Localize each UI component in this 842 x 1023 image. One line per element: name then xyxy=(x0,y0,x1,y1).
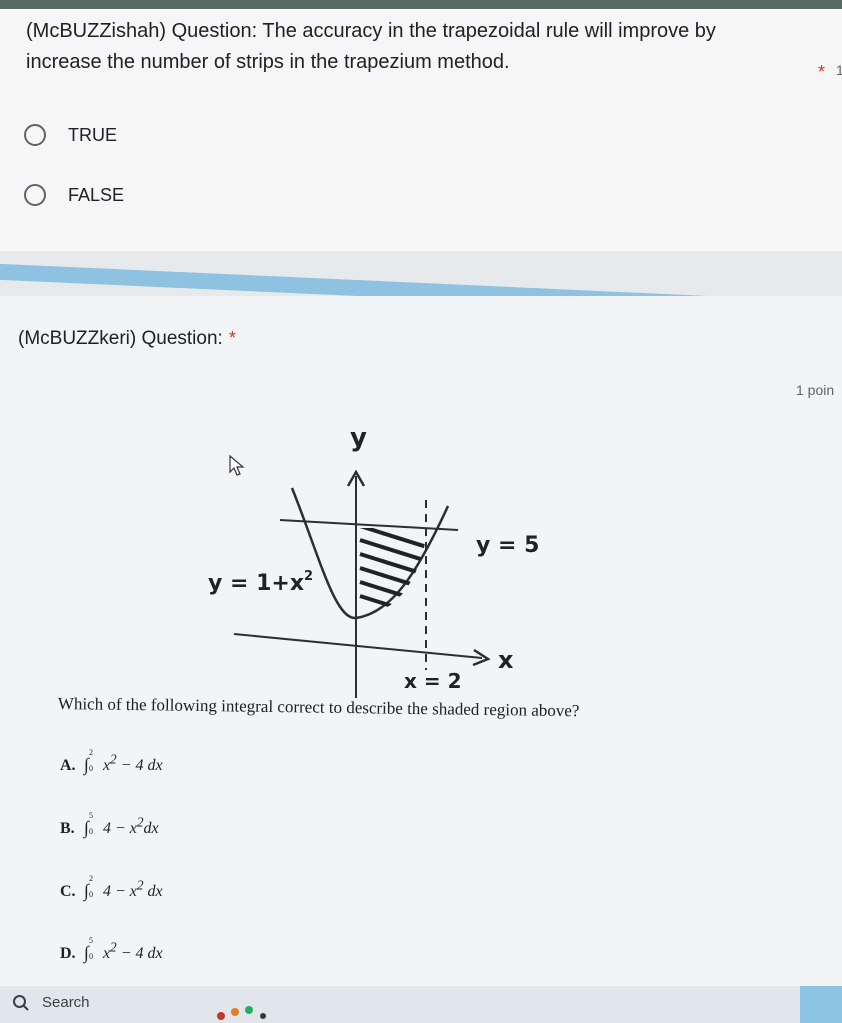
y-axis-label: y xyxy=(350,423,367,453)
integrand: x2 − 4 dx xyxy=(102,752,163,775)
x-axis-label: x xyxy=(498,646,514,674)
choice-letter: B. xyxy=(60,820,75,838)
required-asterisk: * xyxy=(818,62,826,82)
integral-limits: 20 xyxy=(89,874,99,899)
integral-limits: 20 xyxy=(89,748,99,773)
taskbar-search[interactable]: Search xyxy=(12,990,202,1018)
option-label: TRUE xyxy=(68,125,117,145)
upper-limit: 5 xyxy=(88,811,93,820)
upper-limit: 2 xyxy=(88,748,93,757)
top-window-bar xyxy=(0,0,842,9)
mouse-cursor-icon xyxy=(229,455,245,476)
integral-limits: 50 xyxy=(89,811,99,836)
question-2-title: (McBUZZkeri) Question: * xyxy=(18,328,236,350)
exponent: 2 xyxy=(110,752,117,767)
lower-limit: 0 xyxy=(88,952,93,961)
shaded-region xyxy=(359,528,428,618)
option-label: FALSE xyxy=(68,185,125,205)
choice-a[interactable]: A. ∫ 2 0 x2 − 4 dx xyxy=(60,748,163,775)
integrand-part: 4 − x xyxy=(102,883,137,901)
question-1-title: (McBUZZishah) Question: The accuracy in … xyxy=(26,20,716,73)
app-icon xyxy=(217,1012,225,1020)
bound-label: x = 2 xyxy=(404,669,462,693)
question-graph: y x y = 5 y = 1+x2 x = 2 xyxy=(208,423,539,698)
line-label: y = 5 xyxy=(476,533,539,558)
x-axis xyxy=(233,633,483,659)
search-icon xyxy=(13,995,29,1011)
integrand: 4 − x2dx xyxy=(102,815,159,838)
radio-button[interactable] xyxy=(24,124,46,146)
taskbar-accent xyxy=(800,986,842,1023)
choice-b[interactable]: B. ∫ 5 0 4 − x2dx xyxy=(60,811,159,838)
upper-limit: 2 xyxy=(88,874,93,883)
lower-limit: 0 xyxy=(88,764,93,773)
app-icon xyxy=(245,1006,253,1014)
integrand-tail: dx xyxy=(143,820,159,838)
integrand: 4 − x2 dx xyxy=(102,878,163,901)
exponent: 2 xyxy=(136,815,144,830)
required-asterisk: * xyxy=(228,328,236,348)
choice-letter: D. xyxy=(60,945,76,963)
radio-button[interactable] xyxy=(24,184,46,206)
integral-limits: 50 xyxy=(89,936,99,961)
integrand-part: x xyxy=(102,757,111,775)
curve-label-text: y = 1+x xyxy=(208,571,304,596)
integrand-part: x xyxy=(102,945,111,963)
lower-limit: 0 xyxy=(88,827,93,836)
exponent: 2 xyxy=(110,940,117,955)
choice-c[interactable]: C. ∫ 2 0 4 − x2 dx xyxy=(60,874,163,901)
lower-limit: 0 xyxy=(88,890,93,899)
search-label: Search xyxy=(42,994,90,1011)
choice-letter: A. xyxy=(60,757,76,775)
integrand-tail: − 4 dx xyxy=(116,945,163,963)
app-icon xyxy=(231,1008,239,1016)
curve-label: y = 1+x2 xyxy=(208,569,313,596)
integrand: x2 − 4 dx xyxy=(102,940,163,963)
question-2-points: 1 poin xyxy=(796,382,835,398)
integrand-part: 4 − x xyxy=(102,820,137,838)
taskbar-pinned-icons[interactable] xyxy=(205,990,295,1020)
exponent: 2 xyxy=(136,878,144,893)
upper-limit: 5 xyxy=(88,936,93,945)
question-1-points: 1 xyxy=(836,62,842,78)
integrand-tail: dx xyxy=(143,883,163,901)
choice-letter: C. xyxy=(60,883,76,901)
question-2-title-text: (McBUZZkeri) Question: xyxy=(18,328,223,349)
curve-label-exponent: 2 xyxy=(304,569,313,584)
app-icon xyxy=(260,1013,266,1019)
integrand-tail: − 4 dx xyxy=(116,757,163,775)
choice-d[interactable]: D. ∫ 5 0 x2 − 4 dx xyxy=(60,936,163,963)
